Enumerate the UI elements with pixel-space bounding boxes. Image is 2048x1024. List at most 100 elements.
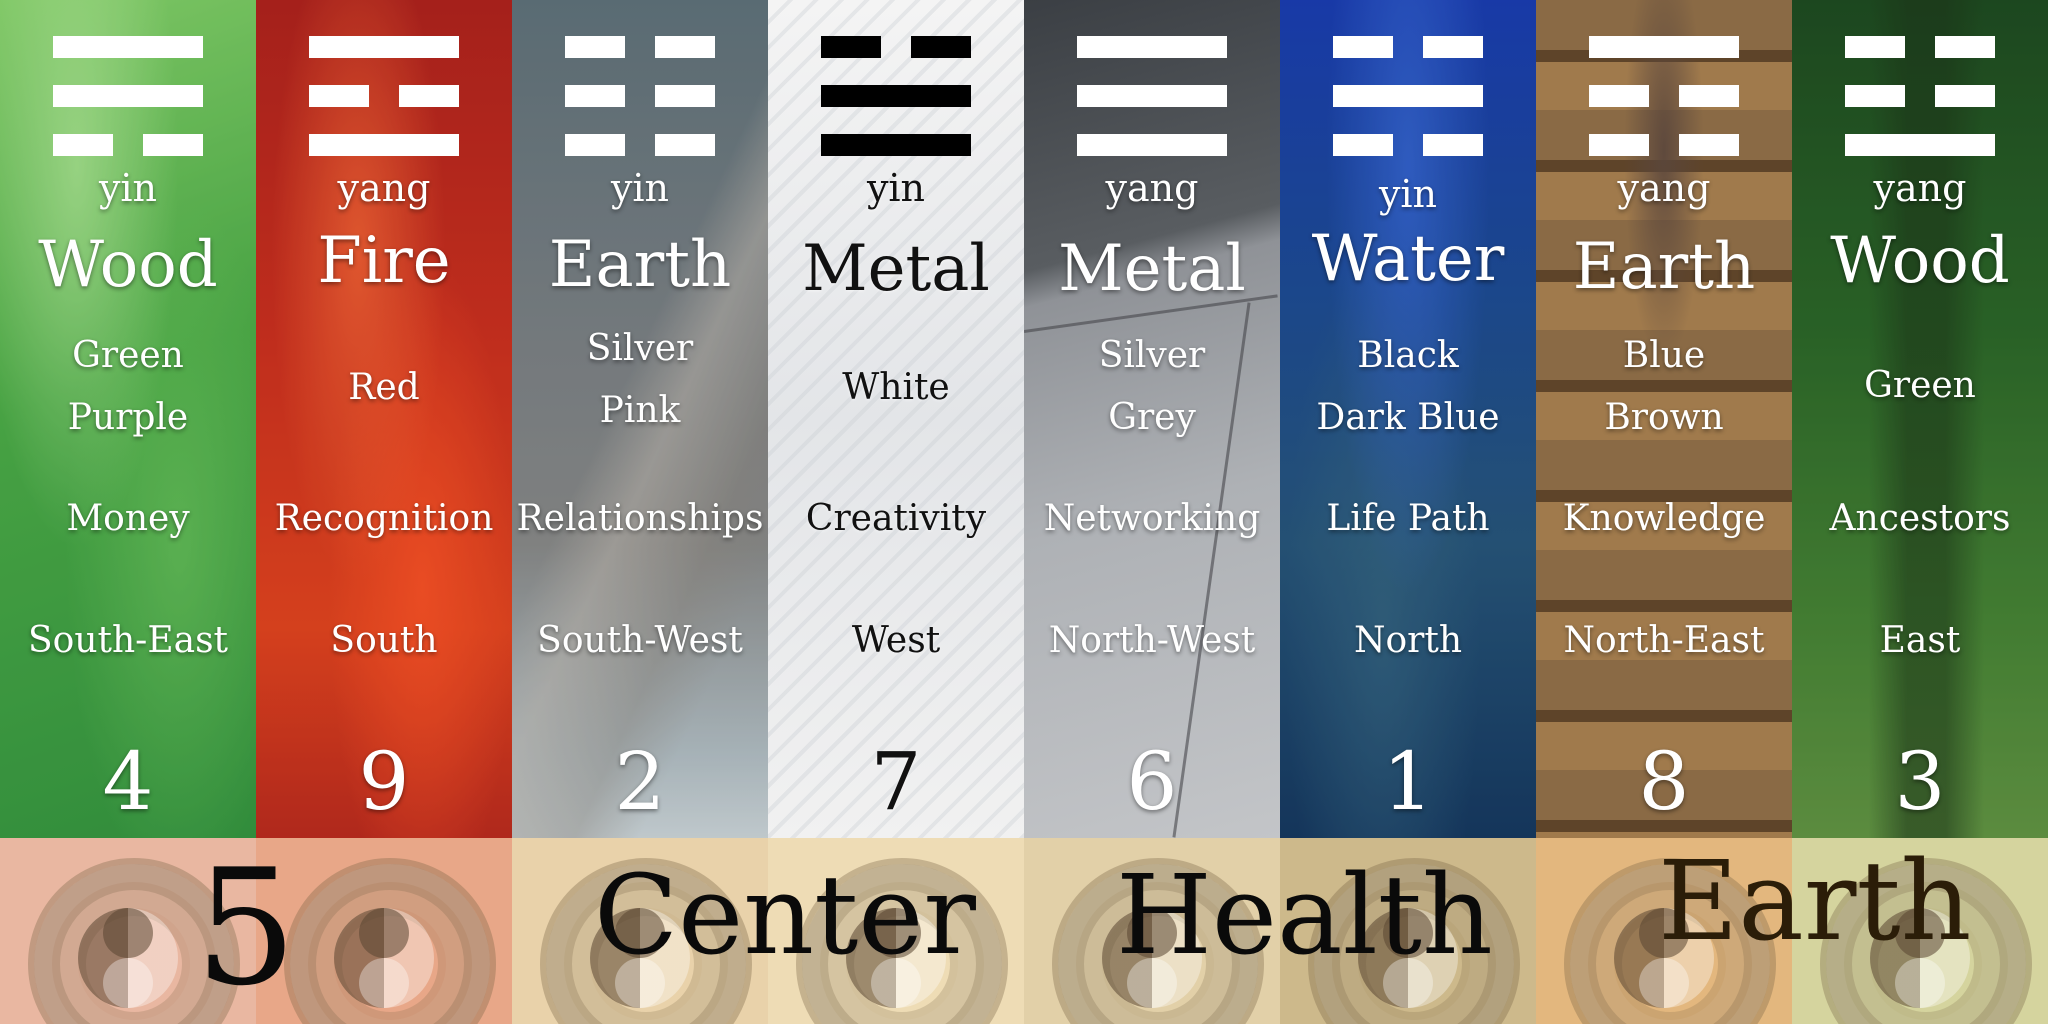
solid-line xyxy=(309,134,459,156)
broken-line xyxy=(1589,85,1739,107)
solid-line xyxy=(1845,134,1995,156)
element-label: Metal xyxy=(1058,232,1246,306)
solid-line xyxy=(1589,36,1739,58)
number-label: 7 xyxy=(870,735,922,828)
color-label: Blue xyxy=(1622,335,1706,376)
number-label: 9 xyxy=(358,735,410,828)
color-label: Red xyxy=(348,367,420,408)
bagua-chart: yin Wood Green Purple Money South-East 4… xyxy=(0,0,2048,1024)
column-south-east: yin Wood Green Purple Money South-East 4 xyxy=(0,0,256,838)
trigram-icon xyxy=(53,36,203,156)
aspiration-label: Recognition xyxy=(274,498,494,539)
number-label: 6 xyxy=(1126,735,1178,828)
aspiration-label: Money xyxy=(66,498,190,539)
center-label: Center xyxy=(594,851,976,979)
number-label: 1 xyxy=(1382,735,1434,828)
number-label: 3 xyxy=(1894,735,1946,828)
color-label: Grey xyxy=(1108,397,1196,438)
polarity-label: yang xyxy=(337,166,431,210)
direction-label: South-West xyxy=(537,620,743,661)
solid-line xyxy=(821,85,971,107)
column-north: yin Water Black Dark Blue Life Path Nort… xyxy=(1280,0,1536,838)
broken-line xyxy=(1333,36,1483,58)
element-label: Wood xyxy=(38,228,218,302)
colors-list: Black Dark Blue xyxy=(1280,325,1536,449)
direction-label: North-East xyxy=(1563,620,1765,661)
trigram-icon xyxy=(1333,36,1483,156)
center-aspiration: Health xyxy=(1116,851,1493,979)
center-band: 5 Center Health Earth xyxy=(0,838,2048,1024)
solid-line xyxy=(1077,134,1227,156)
trigram-icon xyxy=(1077,36,1227,156)
colors-list: Blue Brown xyxy=(1536,325,1792,449)
element-label: Metal xyxy=(802,232,990,306)
aspiration-label: Relationships xyxy=(516,498,764,539)
broken-line xyxy=(1845,36,1995,58)
column-south-west: yin Earth Silver Pink Relationships Sout… xyxy=(512,0,768,838)
colors-list: Green xyxy=(1792,355,2048,417)
aspiration-label: Knowledge xyxy=(1562,498,1766,539)
colors-list: Silver Grey xyxy=(1024,325,1280,449)
color-label: Green xyxy=(1864,365,1976,406)
column-west: yin Metal White Creativity West 7 xyxy=(768,0,1024,838)
broken-line xyxy=(1333,134,1483,156)
number-label: 4 xyxy=(102,735,154,828)
color-label: Pink xyxy=(599,390,681,431)
yin-yang-icon xyxy=(334,908,434,1008)
element-label: Fire xyxy=(317,224,451,298)
aspiration-label: Creativity xyxy=(805,498,987,539)
solid-line xyxy=(1077,85,1227,107)
column-east: yang Wood Green Ancestors East 3 xyxy=(1792,0,2048,838)
aspiration-label: Ancestors xyxy=(1829,498,2011,539)
broken-line xyxy=(565,134,715,156)
colors-list: Silver Pink xyxy=(512,318,768,442)
column-south: yang Fire Red Recognition South 9 xyxy=(256,0,512,838)
solid-line xyxy=(1333,85,1483,107)
direction-label: South xyxy=(330,620,438,661)
yin-yang-icon xyxy=(78,908,178,1008)
aspiration-label: Life Path xyxy=(1326,498,1490,539)
direction-label: South-East xyxy=(27,620,229,661)
color-label: Silver xyxy=(586,328,694,369)
aspiration-label: Networking xyxy=(1043,498,1261,539)
element-label: Water xyxy=(1311,222,1505,296)
polarity-label: yang xyxy=(1617,166,1711,210)
number-label: 8 xyxy=(1638,735,1690,828)
colors-list: White xyxy=(768,357,1024,419)
solid-line xyxy=(53,85,203,107)
polarity-label: yang xyxy=(1873,166,1967,210)
column-north-west: yang Metal Silver Grey Networking North-… xyxy=(1024,0,1280,838)
center-element: Earth xyxy=(1658,838,1972,965)
trigram-icon xyxy=(565,36,715,156)
solid-line xyxy=(53,36,203,58)
broken-line xyxy=(1589,134,1739,156)
color-label: Brown xyxy=(1604,397,1724,438)
color-label: Purple xyxy=(67,397,189,438)
colors-list: Green Purple xyxy=(0,325,256,449)
trigram-icon xyxy=(309,36,459,156)
solid-line xyxy=(309,36,459,58)
broken-line xyxy=(565,85,715,107)
trigram-icon xyxy=(1845,36,1995,156)
broken-line xyxy=(821,36,971,58)
number-label: 2 xyxy=(614,735,666,828)
color-label: White xyxy=(842,367,950,408)
element-label: Earth xyxy=(548,228,732,302)
element-label: Wood xyxy=(1830,224,2010,298)
polarity-label: yin xyxy=(1378,172,1438,216)
broken-line xyxy=(1845,85,1995,107)
trigram-icon xyxy=(1589,36,1739,156)
polarity-label: yin xyxy=(610,166,670,210)
broken-line xyxy=(309,85,459,107)
colors-list: Red xyxy=(256,357,512,419)
broken-line xyxy=(53,134,203,156)
column-north-east: yang Earth Blue Brown Knowledge North-Ea… xyxy=(1536,0,1792,838)
element-label: Earth xyxy=(1572,230,1756,304)
polarity-label: yang xyxy=(1105,166,1199,210)
color-label: Green xyxy=(72,335,184,376)
direction-label: West xyxy=(851,620,941,661)
direction-label: East xyxy=(1879,620,1961,661)
solid-line xyxy=(1077,36,1227,58)
color-label: Dark Blue xyxy=(1316,397,1500,438)
polarity-label: yin xyxy=(98,166,158,210)
